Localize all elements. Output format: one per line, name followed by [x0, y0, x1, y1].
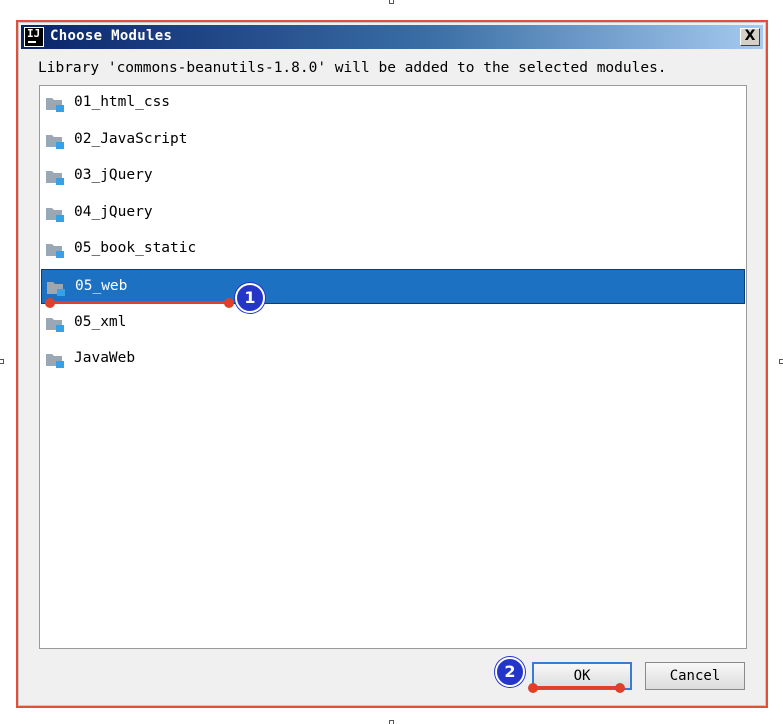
- module-label: 01_html_css: [74, 94, 171, 110]
- annotation-underline-2: [534, 686, 622, 689]
- app-icon-bar: [28, 41, 36, 43]
- title-bar[interactable]: IJ Choose Modules X: [21, 25, 763, 49]
- annotation-dot-1-end: [224, 298, 234, 308]
- annotation-badge-2: 2: [495, 657, 525, 687]
- cancel-button[interactable]: Cancel: [645, 662, 745, 690]
- resize-handle-bottom[interactable]: [389, 720, 394, 724]
- screen: IJ Choose Modules X Library 'commons-bea…: [0, 0, 783, 724]
- choose-modules-dialog: IJ Choose Modules X Library 'commons-bea…: [16, 20, 768, 708]
- module-folder-icon: [46, 171, 64, 186]
- resize-handle-left[interactable]: [0, 359, 4, 364]
- annotation-dot-1-start: [45, 298, 55, 308]
- module-folder-icon: [47, 282, 65, 296]
- module-folder-icon: [46, 98, 64, 112]
- module-list[interactable]: 01_html_css 02_JavaScript 03_jQuery 04_jQue…: [39, 85, 747, 649]
- module-folder-icon: [46, 134, 64, 149]
- module-label: 05_xml: [74, 313, 127, 330]
- module-label: JavaWeb: [74, 350, 136, 367]
- library-message: Library 'commons-beanutils-1.8.0' will b…: [38, 60, 667, 76]
- resize-handle-right[interactable]: [779, 359, 783, 364]
- annotation-dot-2-start: [528, 683, 538, 693]
- module-label: 03_jQuery: [74, 167, 153, 184]
- module-list-item[interactable]: 01_html_css: [41, 86, 745, 121]
- dialog-title: Choose Modules: [50, 28, 173, 44]
- module-folder-icon: [46, 354, 64, 369]
- module-folder-icon: [46, 244, 64, 259]
- module-label: 02_JavaScript: [74, 130, 188, 147]
- module-list-item[interactable]: 04_jQuery: [41, 196, 745, 231]
- module-list-item[interactable]: 03_jQuery: [41, 159, 745, 194]
- module-folder-icon: [46, 317, 64, 332]
- annotation-dot-2-end: [615, 683, 625, 693]
- module-list-item[interactable]: JavaWeb: [41, 342, 745, 377]
- app-icon-text: IJ: [27, 27, 41, 40]
- close-icon: X: [744, 28, 756, 44]
- module-folder-icon: [46, 207, 64, 222]
- module-list-item[interactable]: 05_xml: [41, 306, 745, 341]
- module-label: 05_web: [75, 278, 128, 294]
- module-label: 05_book_static: [74, 240, 197, 257]
- module-list-item[interactable]: 05_book_static: [41, 232, 745, 267]
- resize-handle-top[interactable]: [389, 0, 394, 4]
- module-list-item[interactable]: 02_JavaScript: [41, 123, 745, 158]
- intellij-app-icon: IJ: [24, 27, 44, 47]
- close-button[interactable]: X: [740, 28, 760, 46]
- module-label: 04_jQuery: [74, 203, 153, 220]
- annotation-underline-1: [49, 301, 229, 304]
- module-list-item[interactable]: 05_web: [41, 269, 745, 304]
- annotation-badge-1: 1: [235, 283, 265, 313]
